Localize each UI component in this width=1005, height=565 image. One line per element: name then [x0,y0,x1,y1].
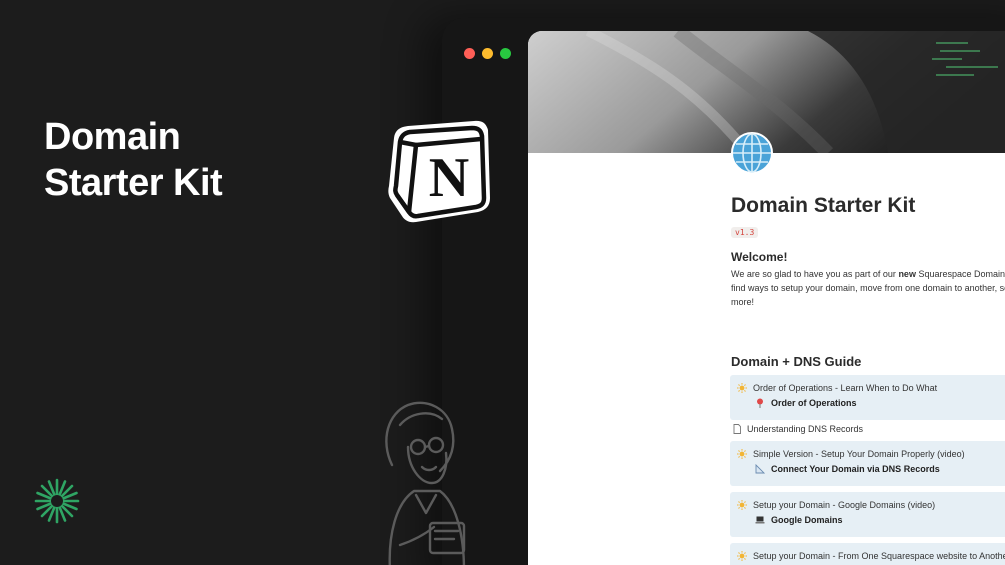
notion-logo-letter: N [429,147,469,209]
link-label: Google Domains [771,515,843,525]
pin-icon [757,398,763,408]
triangle-ruler-icon [755,464,765,474]
toggle-item[interactable]: Setup your Domain - From One Squarespace… [737,551,1005,561]
minimize-window-button[interactable] [482,48,493,59]
sun-icon [737,449,747,459]
page-link-label: Understanding DNS Records [747,424,864,434]
link-label: Order of Operations [771,398,857,408]
toggle-item[interactable]: Simple Version - Setup Your Domain Prope… [737,449,965,459]
callout-squarespace-to-squarespace[interactable]: Setup your Domain - From One Squarespace… [730,543,1005,565]
welcome-text-start: We are so glad to have you as part of ou… [731,269,899,279]
link-label: Connect Your Domain via DNS Records [771,464,940,474]
promo-title-line2: Starter Kit [44,162,223,204]
sun-icon [737,551,747,561]
link-order-of-operations[interactable]: Order of Operations [755,398,857,408]
notion-page: Domain Starter Kit v1.3 Welcome! We are … [528,31,1005,565]
callout-google-domains[interactable]: Setup your Domain - Google Domains (vide… [730,492,1005,537]
link-google-domains[interactable]: Google Domains [755,515,843,525]
welcome-text-end: Squarespace Domain Star [918,269,1005,279]
page-link-understanding-dns[interactable]: Understanding DNS Records [732,424,863,434]
page-title: Domain Starter Kit [731,194,916,217]
promo-title-line1: Domain [44,116,181,158]
laptop-icon [755,516,765,524]
welcome-text-line2: find ways to setup your domain, move fro… [731,283,1005,293]
globe-icon[interactable] [730,131,774,175]
section-heading: Domain + DNS Guide [731,354,862,369]
welcome-text-line3: more! [731,297,755,307]
welcome-paragraph: We are so glad to have you as part of ou… [731,267,1005,309]
callout-title: Simple Version - Setup Your Domain Prope… [753,449,965,459]
sun-icon [737,500,747,510]
version-badge: v1.3 [731,227,759,238]
notion-logo-icon: N [388,120,490,223]
toggle-item[interactable]: Setup your Domain - Google Domains (vide… [737,500,935,510]
promo-title: Domain Starter Kit [44,114,223,206]
maximize-window-button[interactable] [500,48,511,59]
callout-title: Setup your Domain - Google Domains (vide… [753,500,936,510]
toggle-item[interactable]: Order of Operations - Learn When to Do W… [737,383,937,393]
callout-order-of-operations[interactable]: Order of Operations - Learn When to Do W… [730,375,1005,420]
window-controls [464,48,511,59]
callout-title: Setup your Domain - From One Squarespace… [753,551,1005,561]
character-illustration [385,401,466,565]
callout-title: Order of Operations - Learn When to Do W… [753,383,938,393]
welcome-text-bold: new [898,269,916,279]
sun-icon [737,383,747,393]
welcome-heading: Welcome! [731,250,788,264]
callout-simple-version[interactable]: Simple Version - Setup Your Domain Prope… [730,441,1005,486]
document-icon [733,424,741,434]
close-window-button[interactable] [464,48,475,59]
link-connect-domain[interactable]: Connect Your Domain via DNS Records [755,464,940,474]
starburst-icon [34,478,80,524]
